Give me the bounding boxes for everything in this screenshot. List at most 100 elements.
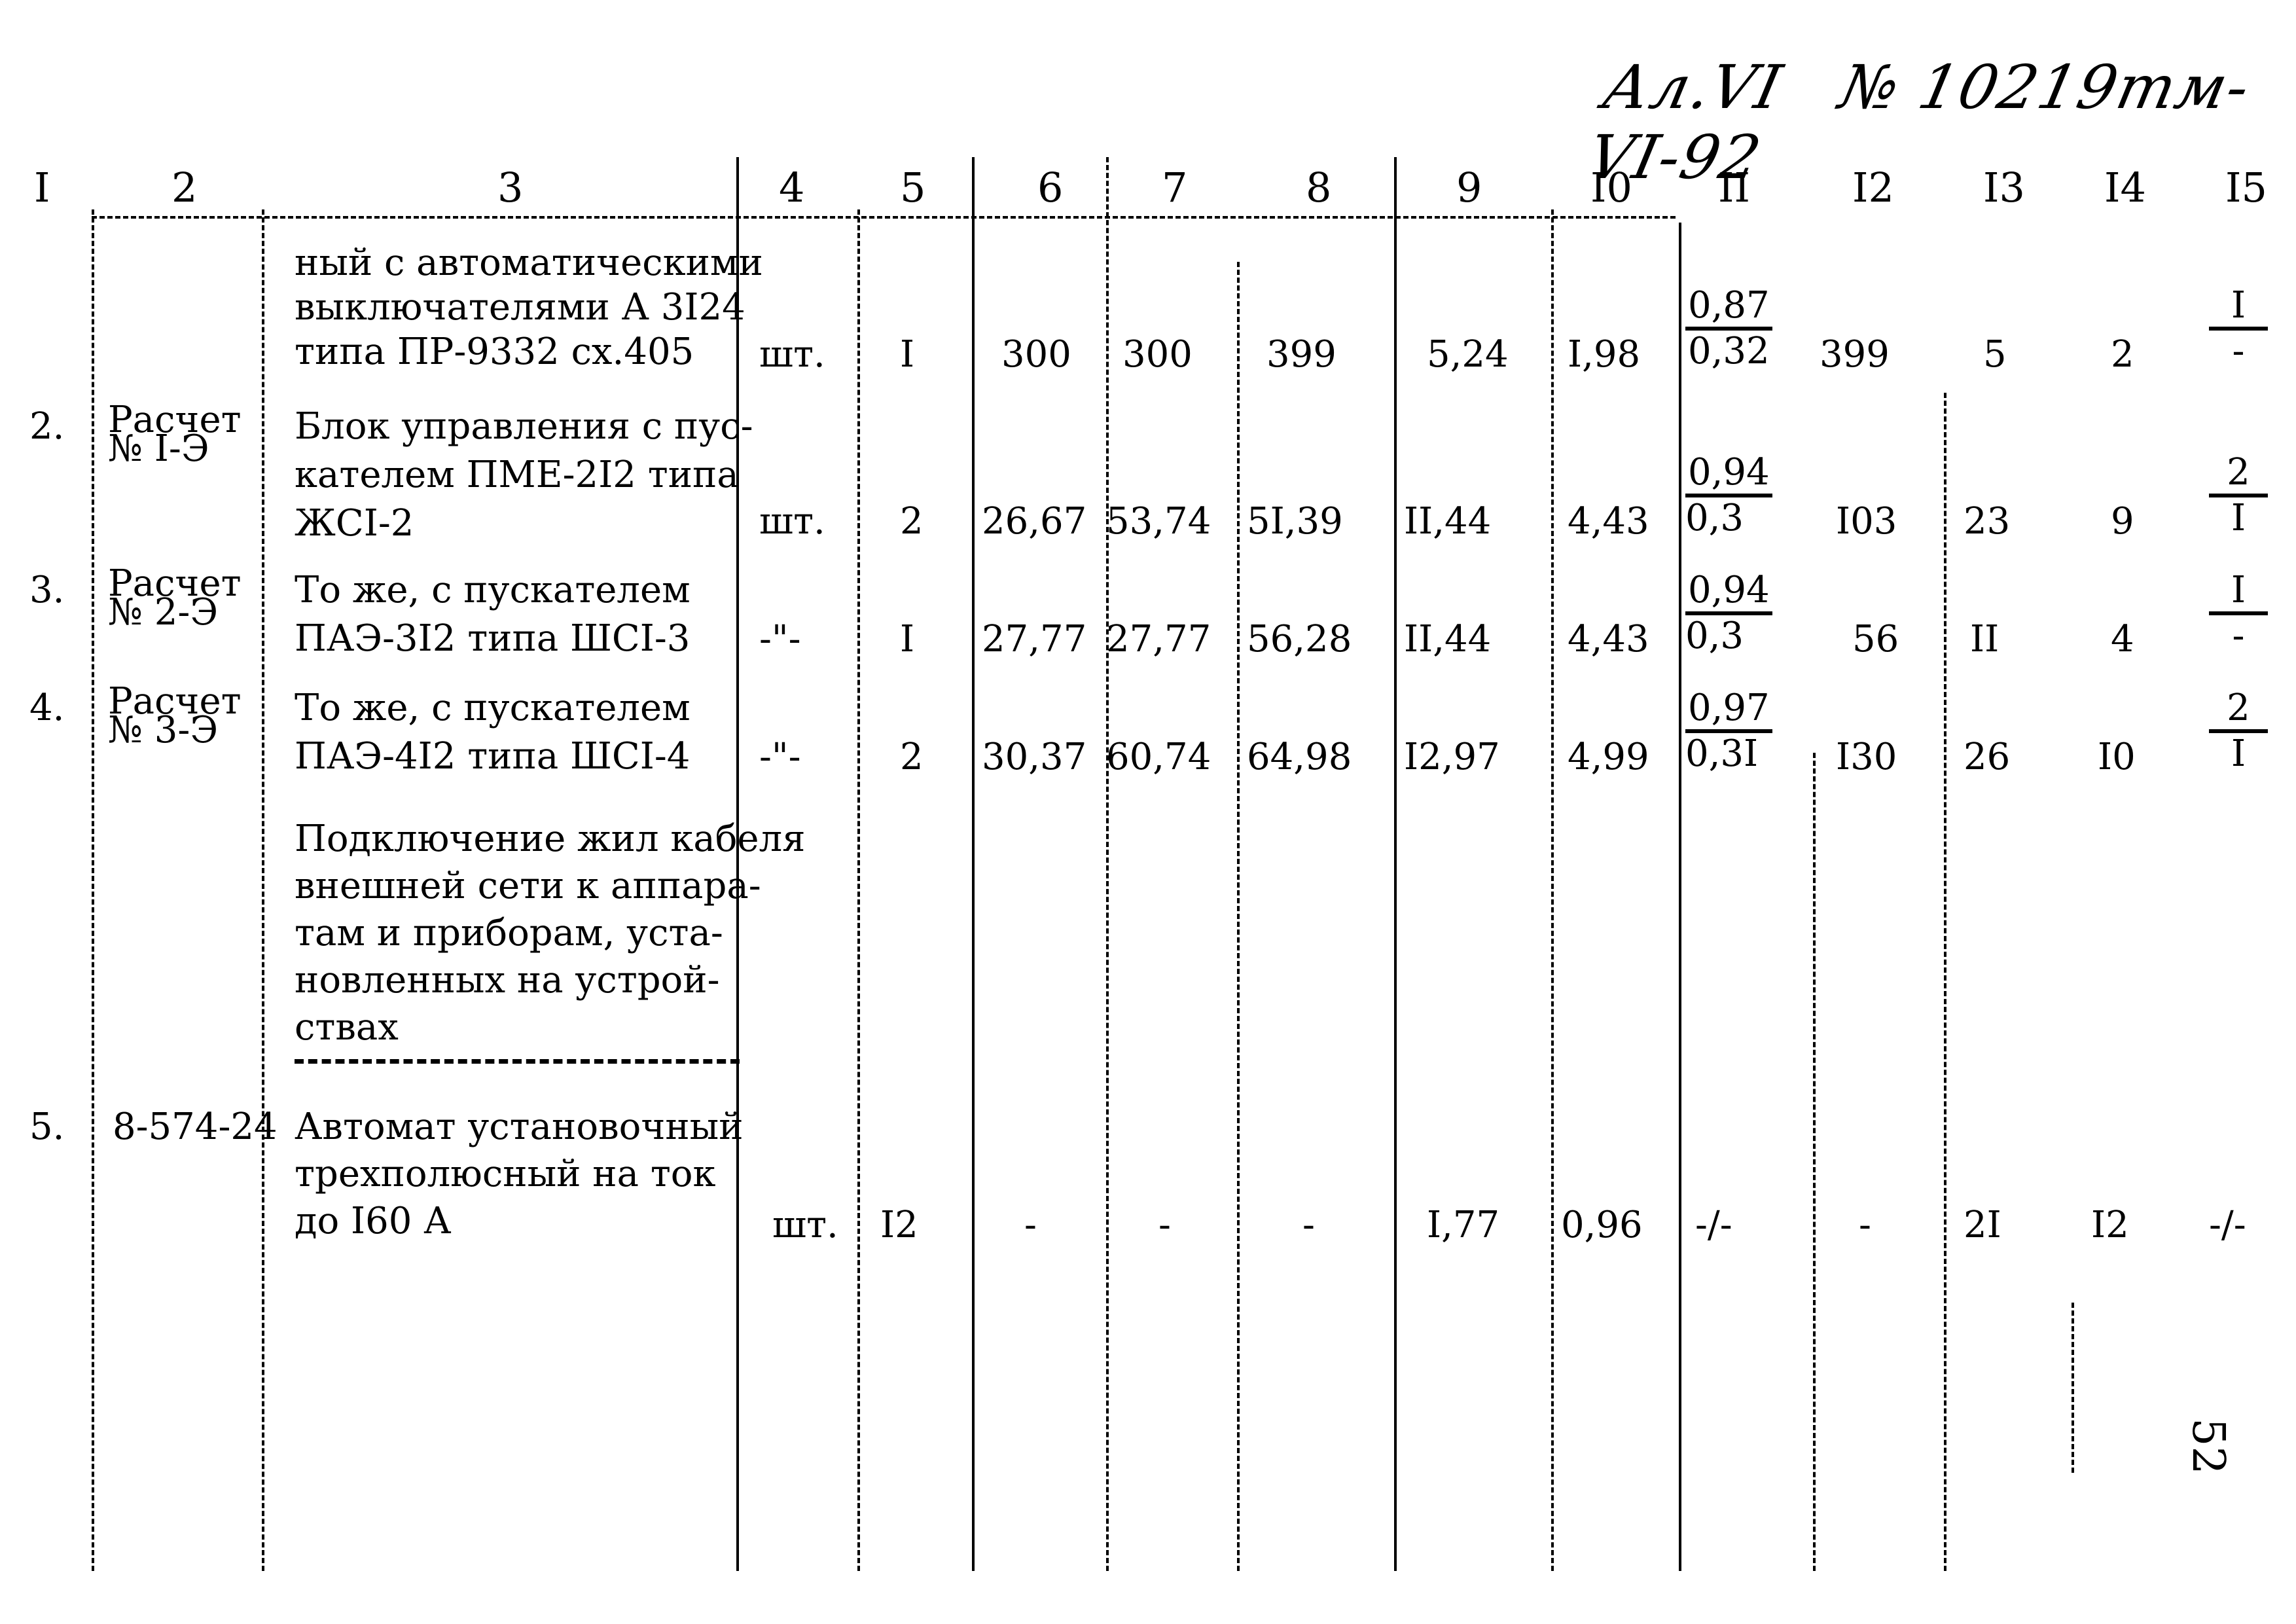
col9-value: I,77 xyxy=(1427,1204,1500,1246)
col9-value: 5,24 xyxy=(1427,333,1509,376)
col13-value: II xyxy=(1970,618,2000,660)
col11-fraction: 0,94 0,3 xyxy=(1685,452,1772,539)
col8-value: 56,28 xyxy=(1247,618,1352,660)
unit: шт. xyxy=(772,1204,838,1246)
col7-value: 27,77 xyxy=(1106,618,1211,660)
unit: шт. xyxy=(759,333,825,376)
column-rule xyxy=(1237,262,1240,1571)
column-rule xyxy=(262,209,264,1571)
column-number: 5 xyxy=(900,164,926,211)
quantity: I xyxy=(900,618,915,660)
item-description: Автомат установочный трехполюсный на ток… xyxy=(295,1106,744,1242)
col14-value: I0 xyxy=(2098,736,2136,778)
col13-value: 2I xyxy=(1964,1204,2001,1246)
document-code-handwritten: Ал.VI № 10219тм-VI-92 xyxy=(1582,52,2296,192)
item-description: То же, с пускателем ПАЭ-3I2 типа ШСI-3 xyxy=(295,569,691,660)
col12-value: - xyxy=(1859,1204,1871,1246)
section-heading: Подключение жил кабеля внешней сети к ап… xyxy=(295,818,806,1049)
column-number: I2 xyxy=(1852,164,1894,211)
col7-value: 300 xyxy=(1122,333,1193,376)
col8-value: 5I,39 xyxy=(1247,500,1343,543)
quantity: 2 xyxy=(900,736,924,778)
row-number: 4. xyxy=(29,687,65,729)
col11-fraction: 0,94 0,3 xyxy=(1685,569,1772,657)
item-description: Блок управления с пус- кателем ПМЕ-2I2 т… xyxy=(295,405,753,545)
row-number: 2. xyxy=(29,405,65,448)
col14-value: I2 xyxy=(2091,1204,2129,1246)
col12-value: I30 xyxy=(1836,736,1897,778)
item-description: ный с автоматическими выключателями А 3I… xyxy=(295,242,763,373)
col6-value: - xyxy=(1024,1204,1037,1246)
column-rule xyxy=(92,209,94,1571)
column-number: 6 xyxy=(1037,164,1064,211)
column-number: I3 xyxy=(1983,164,2025,211)
column-number: 3 xyxy=(497,164,524,211)
column-number: 2 xyxy=(171,164,198,211)
col11-fraction: 0,87 0,32 xyxy=(1685,285,1772,372)
col10-value: 4,99 xyxy=(1568,736,1649,778)
col14-value: 2 xyxy=(2111,333,2134,376)
col7-value: 60,74 xyxy=(1106,736,1211,778)
catalog-ref: 8-574-24 xyxy=(113,1106,278,1148)
col10-value: 4,43 xyxy=(1568,500,1649,543)
col14-value: 9 xyxy=(2111,500,2134,543)
row-number: 3. xyxy=(29,569,65,611)
calculation-ref: Расчет № I-Э xyxy=(108,399,242,470)
column-rule xyxy=(1551,209,1554,1571)
row-number: 5. xyxy=(29,1106,65,1148)
col11-value: -/- xyxy=(1695,1204,1732,1246)
col6-value: 300 xyxy=(1001,333,1071,376)
col13-value: 26 xyxy=(1964,736,2011,778)
unit: -"- xyxy=(759,618,801,660)
calculation-ref: Расчет № 3-Э xyxy=(108,680,242,751)
section-underline xyxy=(295,1059,740,1064)
col9-value: II,44 xyxy=(1404,618,1492,660)
col10-value: I,98 xyxy=(1568,333,1641,376)
column-rule xyxy=(1394,157,1397,1571)
column-number: 8 xyxy=(1306,164,1332,211)
col8-value: 399 xyxy=(1266,333,1336,376)
quantity: 2 xyxy=(900,500,924,543)
column-number: I0 xyxy=(1590,164,1632,211)
album-number: Ал.VI xyxy=(1597,52,1789,122)
calculation-ref: Расчет № 2-Э xyxy=(108,562,242,634)
page-number: 52 xyxy=(2181,1418,2234,1475)
col6-value: 30,37 xyxy=(982,736,1087,778)
col15-value: -/- xyxy=(2209,1204,2246,1246)
col11-fraction: 0,97 0,3I xyxy=(1685,687,1772,775)
item-description: То же, с пускателем ПАЭ-4I2 типа ШСI-4 xyxy=(295,687,691,778)
col12-value: 56 xyxy=(1852,618,1899,660)
column-rule xyxy=(1944,393,1946,1571)
quantity: I2 xyxy=(880,1204,918,1246)
col15-fraction: I - xyxy=(2209,285,2268,372)
col15-fraction: 2 I xyxy=(2209,452,2268,539)
col10-value: 0,96 xyxy=(1561,1204,1643,1246)
col13-value: 5 xyxy=(1983,333,2007,376)
column-number: 9 xyxy=(1456,164,1482,211)
col15-fraction: 2 I xyxy=(2209,687,2268,775)
column-rule xyxy=(857,209,860,1571)
col7-value: 53,74 xyxy=(1106,500,1211,543)
col8-value: 64,98 xyxy=(1247,736,1352,778)
column-rule xyxy=(1106,157,1109,1571)
column-number: I4 xyxy=(2104,164,2146,211)
unit: -"- xyxy=(759,736,801,778)
col12-value: 399 xyxy=(1820,333,1890,376)
col10-value: 4,43 xyxy=(1568,618,1649,660)
col9-value: I2,97 xyxy=(1404,736,1500,778)
column-number: I xyxy=(34,164,50,211)
quantity: I xyxy=(900,333,915,376)
col6-value: 26,67 xyxy=(982,500,1087,543)
column-rule xyxy=(1813,753,1816,1571)
col7-value: - xyxy=(1158,1204,1171,1246)
col14-value: 4 xyxy=(2111,618,2134,660)
col9-value: II,44 xyxy=(1404,500,1492,543)
column-number: I5 xyxy=(2225,164,2267,211)
column-number: II xyxy=(1718,164,1750,211)
column-rule xyxy=(972,157,975,1571)
column-number: 7 xyxy=(1162,164,1188,211)
header-divider xyxy=(92,216,1676,219)
col6-value: 27,77 xyxy=(982,618,1087,660)
col13-value: 23 xyxy=(1964,500,2011,543)
unit: шт. xyxy=(759,500,825,543)
